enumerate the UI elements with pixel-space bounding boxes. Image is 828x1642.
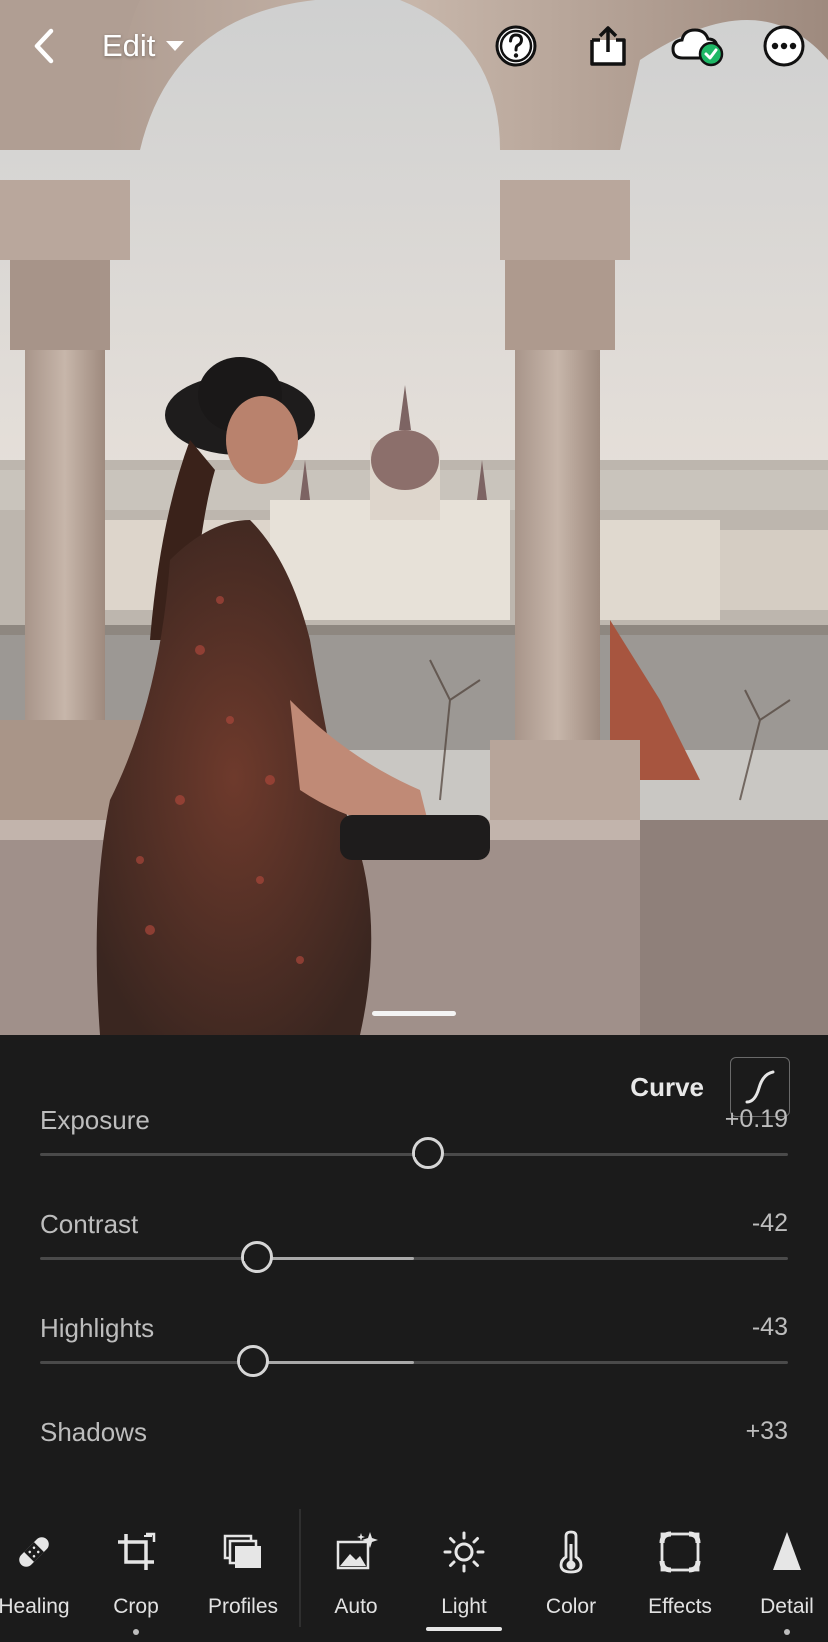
tool-indicator-dot — [784, 1629, 790, 1635]
light-panel: Curve Exposure +0.19 Contrast -42 Highli… — [0, 1035, 828, 1509]
slider-label: Highlights — [40, 1313, 155, 1343]
help-button[interactable] — [490, 20, 542, 72]
sun-icon — [412, 1529, 516, 1575]
photo-image — [0, 0, 828, 1035]
share-icon — [590, 26, 626, 66]
tool-profiles[interactable]: Profiles — [191, 1509, 295, 1642]
tool-label: Color — [545, 1595, 597, 1618]
edit-title: Edit — [102, 28, 156, 63]
tool-color[interactable]: Color — [519, 1509, 623, 1642]
tool-label: Effects — [648, 1595, 712, 1618]
contrast-slider-row: Contrast -42 — [40, 1209, 788, 1299]
cloud-sync-button[interactable] — [668, 20, 728, 72]
slider-value: -43 — [751, 1313, 788, 1341]
panel-drag-handle[interactable] — [372, 1011, 456, 1016]
slider-track[interactable] — [40, 1361, 788, 1364]
tool-auto[interactable]: Auto — [304, 1509, 408, 1642]
more-button[interactable] — [758, 20, 810, 72]
caret-down-icon — [166, 41, 185, 51]
tool-healing[interactable]: Healing — [0, 1509, 86, 1642]
shadows-slider-row: Shadows +33 — [40, 1417, 788, 1507]
curve-label: Curve — [630, 1071, 704, 1102]
tool-effects[interactable]: Effects — [628, 1509, 732, 1642]
tool-label: Profiles — [207, 1595, 279, 1618]
back-button[interactable] — [18, 20, 70, 72]
crop-icon — [84, 1529, 188, 1575]
thermometer-icon — [519, 1529, 623, 1575]
active-tool-underline — [426, 1627, 502, 1631]
tool-indicator-dot — [133, 1629, 139, 1635]
exposure-slider-row: Exposure +0.19 — [40, 1105, 788, 1195]
edit-tools-toolbar: Healing Crop Profiles Auto Light Color E… — [0, 1509, 828, 1642]
exposure-slider-thumb[interactable] — [412, 1137, 445, 1169]
highlights-slider-row: Highlights -43 — [40, 1313, 788, 1403]
slider-track[interactable] — [40, 1257, 788, 1260]
tool-crop[interactable]: Crop — [84, 1509, 188, 1642]
tool-label: Light — [441, 1595, 487, 1618]
tool-light[interactable]: Light — [412, 1509, 516, 1642]
contrast-slider-thumb[interactable] — [240, 1241, 273, 1273]
cloud-synced-icon — [671, 28, 724, 67]
detail-icon — [735, 1529, 828, 1575]
tool-detail[interactable]: Detail — [735, 1509, 828, 1642]
share-button[interactable] — [582, 20, 634, 72]
slider-value: +33 — [745, 1417, 788, 1445]
slider-fill — [253, 1361, 414, 1364]
bandage-icon — [0, 1529, 86, 1575]
more-icon — [763, 25, 805, 67]
tool-label: Crop — [113, 1595, 159, 1618]
highlights-slider-thumb[interactable] — [237, 1345, 270, 1377]
slider-label: Exposure — [40, 1105, 150, 1135]
slider-label: Contrast — [40, 1209, 139, 1239]
top-bar: Edit — [0, 0, 828, 92]
slider-value: +0.19 — [724, 1105, 788, 1133]
tool-label: Detail — [760, 1595, 814, 1618]
effects-icon — [628, 1529, 732, 1575]
chevron-left-icon — [34, 28, 54, 64]
tool-label: Auto — [334, 1595, 378, 1618]
slider-fill — [256, 1257, 414, 1260]
edit-mode-dropdown[interactable]: Edit — [102, 24, 185, 68]
curve-icon — [745, 1070, 775, 1104]
auto-icon — [304, 1529, 408, 1575]
photo-canvas[interactable]: Edit — [0, 0, 828, 1035]
slider-label: Shadows — [40, 1417, 147, 1447]
slider-value: -42 — [751, 1209, 788, 1237]
help-icon — [495, 25, 537, 67]
profiles-icon — [191, 1529, 295, 1575]
